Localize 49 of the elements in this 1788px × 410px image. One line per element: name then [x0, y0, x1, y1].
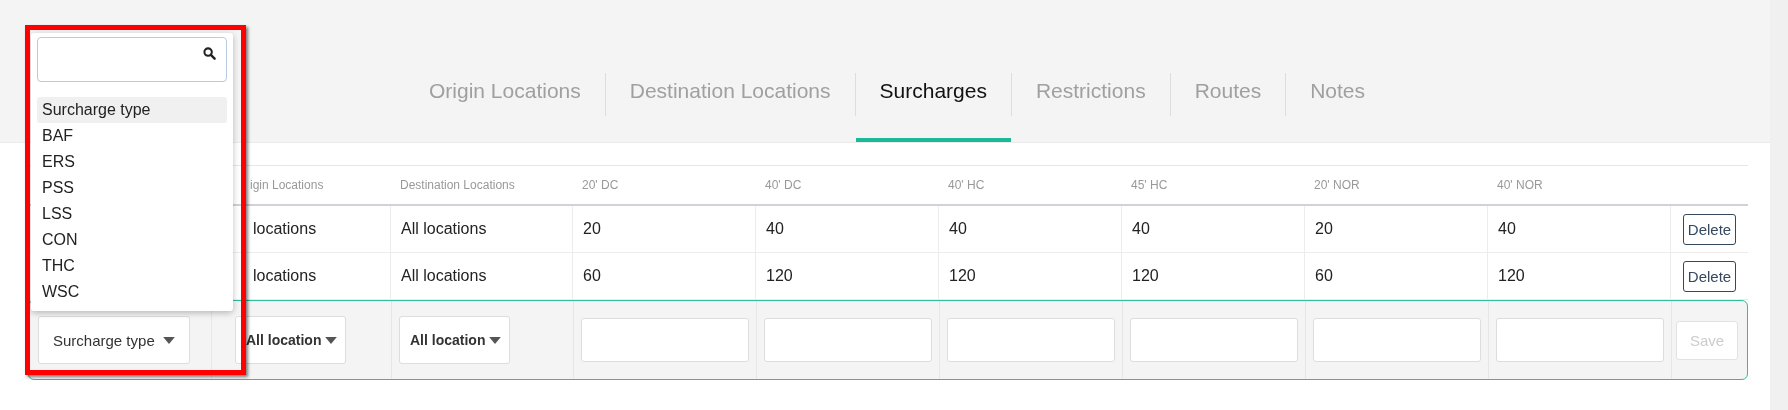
table-cell: 40	[1498, 220, 1516, 238]
table-cell: 20	[583, 220, 601, 238]
search-icon	[203, 47, 216, 60]
input-field[interactable]	[764, 318, 932, 362]
table-cell: 120	[1498, 267, 1525, 285]
dropdown-option[interactable]: CON	[37, 227, 227, 253]
table-cell: 40	[766, 220, 784, 238]
delete-button[interactable]: Delete	[1682, 260, 1737, 292]
table-cell: All locations	[401, 220, 487, 238]
origin-select[interactable]: All location	[235, 316, 347, 364]
dropdown-option[interactable]: BAF	[37, 123, 227, 149]
search-field[interactable]	[37, 37, 227, 82]
dropdown-option[interactable]: PSS	[37, 175, 227, 201]
delete-button[interactable]: Delete	[1682, 213, 1737, 245]
table-cell: 120	[949, 267, 976, 285]
tab[interactable]: Surcharges	[855, 67, 1011, 142]
table-cell: 60	[583, 267, 601, 285]
table-cell: 20	[1315, 220, 1333, 238]
caret-icon	[489, 336, 502, 344]
table-cell: locations	[253, 267, 317, 285]
dropdown-option[interactable]: WSC	[37, 279, 227, 305]
column-header: 40' NOR	[1497, 178, 1543, 192]
column-header: igin Locations	[250, 178, 324, 192]
dropdown-option[interactable]: ERS	[37, 149, 227, 175]
column-header: Destination Locations	[400, 178, 515, 192]
column-header: 20' NOR	[1314, 178, 1360, 192]
caret-icon	[325, 336, 338, 344]
table-cell: 120	[1132, 267, 1159, 285]
input-field[interactable]	[1496, 318, 1664, 362]
column-header: 40' DC	[765, 178, 802, 192]
caret-icon	[163, 336, 175, 344]
table-cell: locations	[253, 220, 317, 238]
column-header: 20' DC	[582, 178, 619, 192]
input-field[interactable]	[947, 318, 1115, 362]
destination-select[interactable]: All location	[399, 316, 511, 364]
dropdown-option[interactable]: THC	[37, 253, 227, 279]
dropdown-option[interactable]: Surcharge type	[37, 97, 227, 123]
table-cell: 60	[1315, 267, 1333, 285]
table-cell: All locations	[401, 267, 487, 285]
column-header: 45' HC	[1131, 178, 1168, 192]
table-cell: 40	[1132, 220, 1150, 238]
input-field[interactable]	[1313, 318, 1481, 362]
table-cell: 120	[766, 267, 793, 285]
table-cell: 40	[949, 220, 967, 238]
input-field[interactable]	[1130, 318, 1298, 362]
column-header: 40' HC	[948, 178, 985, 192]
input-field[interactable]	[581, 318, 749, 362]
dropdown-option[interactable]: LSS	[37, 201, 227, 227]
type-select[interactable]: Surcharge type	[38, 316, 190, 364]
